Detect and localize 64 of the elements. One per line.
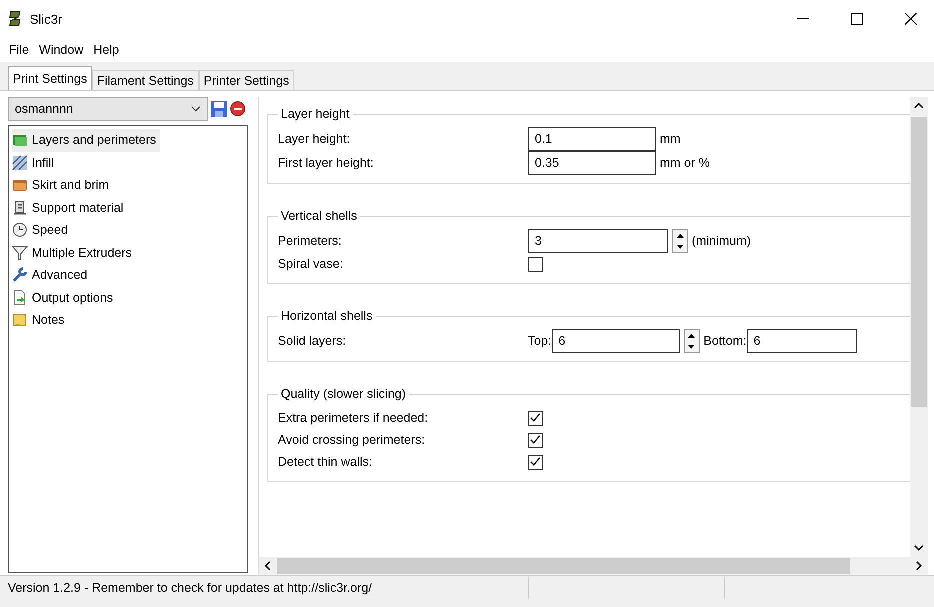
group-title: Layer height: [280, 107, 351, 121]
group-title: Quality (slower slicing): [280, 387, 408, 401]
save-icon[interactable]: [210, 100, 228, 118]
input-field[interactable]: 6: [552, 329, 680, 353]
sidebar-item[interactable]: Layers and perimeters: [12, 129, 160, 152]
building-icon: [12, 200, 28, 216]
spin-buttons[interactable]: [672, 229, 688, 253]
unit-label: (minimum): [692, 234, 752, 248]
clock-icon: [12, 222, 28, 238]
vertical-scrollbar[interactable]: [910, 97, 928, 557]
field-label: Layer height:: [278, 132, 352, 146]
sidebar-item[interactable]: Output options: [12, 286, 118, 309]
close-icon: [905, 13, 917, 25]
unit-label: mm: [660, 132, 681, 146]
field-label: Solid layers:: [278, 334, 348, 348]
sidebar-item[interactable]: Multiple Extruders: [12, 242, 136, 264]
input-field[interactable]: 6: [746, 329, 857, 353]
field-label: Spiral vase:: [278, 257, 344, 271]
layers-icon: [12, 132, 28, 148]
unit-label: mm or %: [660, 156, 710, 170]
hatch-icon: [12, 154, 28, 171]
status-text: Version 1.2.9 - Remember to check for updates at http://slic3r.org/: [8, 581, 374, 595]
field-label: First layer height:: [278, 156, 375, 170]
sidebar-item[interactable]: Skirt and brim: [12, 174, 114, 196]
group-title: Vertical shells: [280, 209, 358, 223]
window-title: Slic3r: [30, 12, 63, 26]
sidebar-item[interactable]: Infill: [12, 152, 58, 174]
field-label: Extra perimeters if needed:: [278, 411, 430, 425]
sidebar-item[interactable]: Advanced: [12, 264, 92, 286]
sidebar-item[interactable]: Notes: [12, 309, 69, 332]
menu-item[interactable]: Help: [88, 43, 124, 57]
checkbox[interactable]: [528, 410, 543, 426]
group-title: Horizontal shells: [280, 309, 374, 323]
spin-buttons[interactable]: [684, 329, 700, 353]
input-field[interactable]: 3: [528, 229, 668, 253]
document-arrow-icon: [12, 290, 28, 306]
tab[interactable]: Filament Settings: [92, 70, 199, 90]
input-field[interactable]: 0.35: [528, 151, 656, 175]
wrench-icon: [12, 267, 28, 284]
field-label: Bottom:: [704, 334, 747, 348]
minimize-icon: [797, 18, 809, 20]
field-label: Avoid crossing perimeters:: [278, 433, 426, 447]
field-label: Detect thin walls:: [278, 455, 374, 469]
sidebar-item[interactable]: Support material: [12, 196, 128, 219]
checkbox[interactable]: [528, 432, 543, 448]
box-icon: [12, 177, 28, 194]
note-icon: [12, 312, 28, 328]
tab[interactable]: Print Settings: [8, 66, 92, 90]
maximize-icon: [851, 13, 863, 25]
tab[interactable]: Printer Settings: [198, 70, 294, 90]
menu-item[interactable]: File: [4, 43, 34, 57]
chevron-down-icon: [191, 106, 201, 112]
checkbox[interactable]: [528, 256, 543, 272]
field-label: Top:: [528, 334, 552, 348]
field-label: Perimeters:: [278, 234, 343, 248]
app-logo-icon: [8, 11, 22, 27]
funnel-icon: [12, 244, 28, 261]
horizontal-scrollbar[interactable]: [259, 557, 928, 575]
preset-dropdown[interactable]: osmannnn: [8, 97, 208, 121]
delete-icon[interactable]: [230, 101, 246, 117]
menu-item[interactable]: Window: [34, 43, 89, 57]
input-field[interactable]: 0.1: [528, 127, 656, 151]
checkbox[interactable]: [528, 454, 543, 470]
sidebar-item[interactable]: Speed: [12, 219, 72, 242]
